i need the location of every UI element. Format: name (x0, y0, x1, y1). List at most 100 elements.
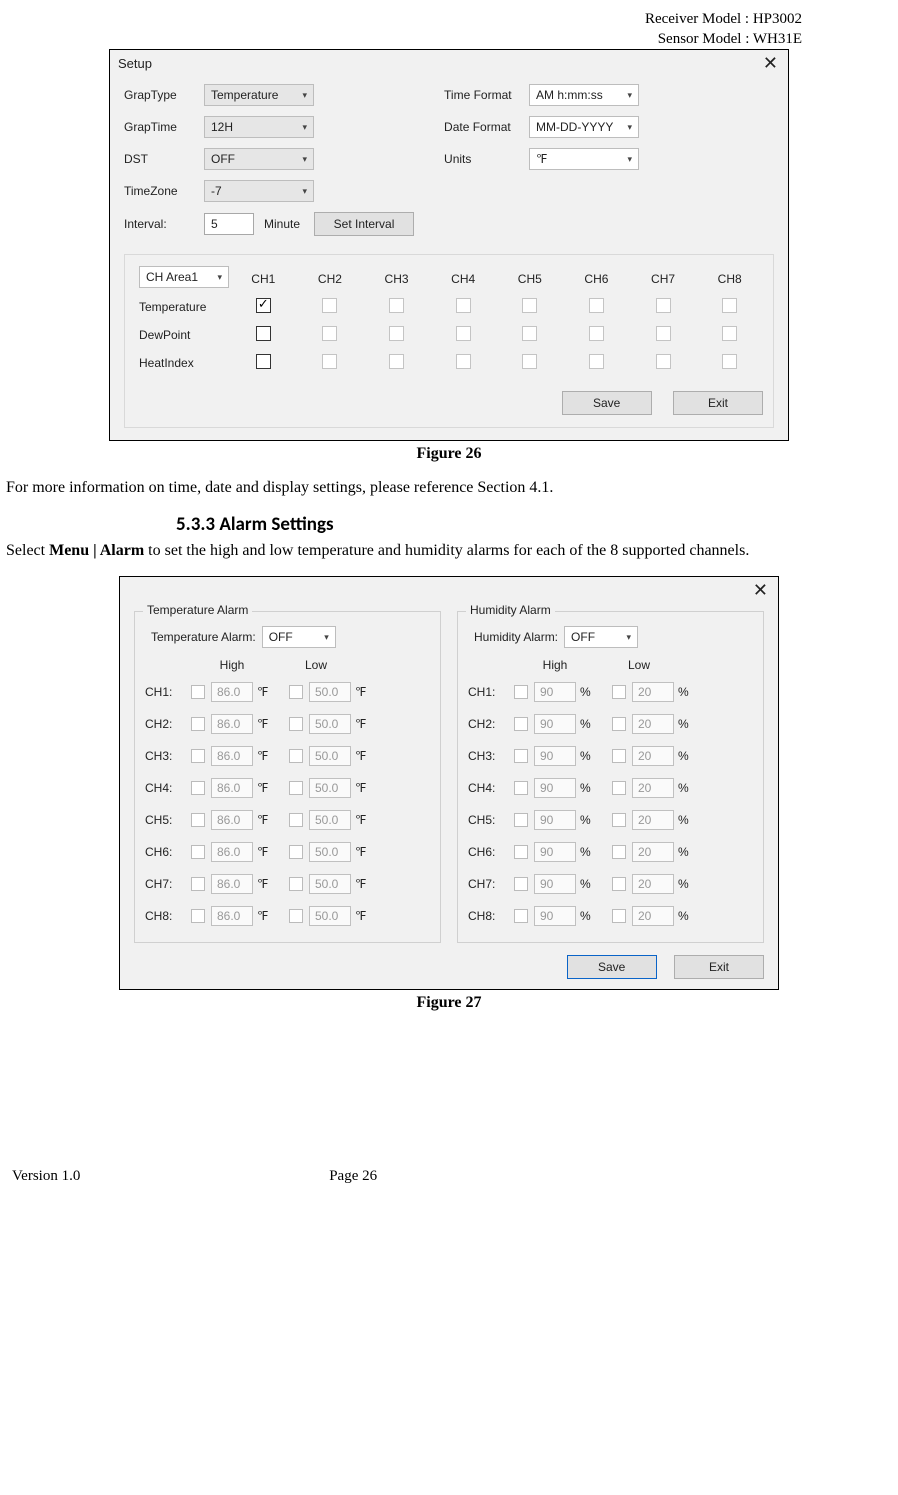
high-value-input[interactable]: 90 (534, 682, 576, 702)
checkbox[interactable] (514, 813, 528, 827)
checkbox[interactable] (522, 298, 537, 313)
checkbox[interactable] (456, 326, 471, 341)
low-value-input[interactable]: 50.0 (309, 682, 351, 702)
low-value-input[interactable]: 50.0 (309, 810, 351, 830)
interval-input[interactable]: 5 (204, 213, 254, 235)
checkbox[interactable] (289, 717, 303, 731)
exit-button[interactable]: Exit (674, 955, 764, 979)
checkbox[interactable] (589, 298, 604, 313)
checkbox[interactable] (289, 877, 303, 891)
low-value-input[interactable]: 20 (632, 874, 674, 894)
checkbox[interactable] (514, 685, 528, 699)
checkbox[interactable] (514, 717, 528, 731)
high-value-input[interactable]: 90 (534, 874, 576, 894)
checkbox[interactable] (191, 749, 205, 763)
set-interval-button[interactable]: Set Interval (314, 212, 414, 236)
checkbox[interactable] (514, 749, 528, 763)
low-value-input[interactable]: 50.0 (309, 906, 351, 926)
high-value-input[interactable]: 86.0 (211, 682, 253, 702)
close-icon[interactable]: ✕ (753, 581, 768, 599)
checkbox[interactable] (191, 685, 205, 699)
checkbox[interactable] (191, 717, 205, 731)
checkbox[interactable] (256, 354, 271, 369)
high-value-input[interactable]: 90 (534, 778, 576, 798)
checkbox[interactable] (389, 354, 404, 369)
high-value-input[interactable]: 90 (534, 714, 576, 734)
checkbox[interactable] (256, 298, 271, 313)
checkbox[interactable] (514, 845, 528, 859)
checkbox[interactable] (722, 326, 737, 341)
high-value-input[interactable]: 86.0 (211, 810, 253, 830)
checkbox[interactable] (522, 326, 537, 341)
high-value-input[interactable]: 90 (534, 810, 576, 830)
save-button[interactable]: Save (562, 391, 652, 415)
checkbox[interactable] (289, 813, 303, 827)
checkbox[interactable] (589, 354, 604, 369)
low-value-input[interactable]: 20 (632, 778, 674, 798)
grap-type-dropdown[interactable]: Temperature ▾ (204, 84, 314, 106)
grap-time-dropdown[interactable]: 12H ▾ (204, 116, 314, 138)
checkbox[interactable] (322, 326, 337, 341)
low-value-input[interactable]: 20 (632, 906, 674, 926)
checkbox[interactable] (612, 685, 626, 699)
checkbox[interactable] (514, 877, 528, 891)
checkbox[interactable] (514, 909, 528, 923)
high-value-input[interactable]: 86.0 (211, 874, 253, 894)
low-value-input[interactable]: 50.0 (309, 874, 351, 894)
low-value-input[interactable]: 20 (632, 682, 674, 702)
low-value-input[interactable]: 50.0 (309, 746, 351, 766)
checkbox[interactable] (589, 326, 604, 341)
ch-area-dropdown[interactable]: CH Area1 ▾ (139, 266, 229, 288)
checkbox[interactable] (456, 298, 471, 313)
checkbox[interactable] (289, 685, 303, 699)
low-value-input[interactable]: 20 (632, 842, 674, 862)
checkbox[interactable] (656, 298, 671, 313)
checkbox[interactable] (389, 326, 404, 341)
exit-button[interactable]: Exit (673, 391, 763, 415)
high-value-input[interactable]: 86.0 (211, 842, 253, 862)
checkbox[interactable] (289, 909, 303, 923)
checkbox[interactable] (322, 298, 337, 313)
low-value-input[interactable]: 50.0 (309, 842, 351, 862)
checkbox[interactable] (612, 813, 626, 827)
checkbox[interactable] (656, 326, 671, 341)
checkbox[interactable] (612, 781, 626, 795)
high-value-input[interactable]: 90 (534, 906, 576, 926)
checkbox[interactable] (289, 749, 303, 763)
checkbox[interactable] (612, 909, 626, 923)
low-value-input[interactable]: 50.0 (309, 714, 351, 734)
checkbox[interactable] (389, 298, 404, 313)
temp-alarm-dropdown[interactable]: OFF ▾ (262, 626, 336, 648)
save-button[interactable]: Save (567, 955, 657, 979)
checkbox[interactable] (191, 845, 205, 859)
high-value-input[interactable]: 90 (534, 842, 576, 862)
checkbox[interactable] (322, 354, 337, 369)
low-value-input[interactable]: 50.0 (309, 778, 351, 798)
checkbox[interactable] (722, 298, 737, 313)
checkbox[interactable] (656, 354, 671, 369)
low-value-input[interactable]: 20 (632, 746, 674, 766)
low-value-input[interactable]: 20 (632, 714, 674, 734)
checkbox[interactable] (191, 877, 205, 891)
dst-dropdown[interactable]: OFF ▾ (204, 148, 314, 170)
checkbox[interactable] (612, 749, 626, 763)
high-value-input[interactable]: 86.0 (211, 778, 253, 798)
checkbox[interactable] (612, 845, 626, 859)
high-value-input[interactable]: 90 (534, 746, 576, 766)
checkbox[interactable] (256, 326, 271, 341)
time-format-dropdown[interactable]: AM h:mm:ss ▾ (529, 84, 639, 106)
checkbox[interactable] (191, 909, 205, 923)
high-value-input[interactable]: 86.0 (211, 714, 253, 734)
checkbox[interactable] (612, 877, 626, 891)
units-dropdown[interactable]: ℉ ▾ (529, 148, 639, 170)
low-value-input[interactable]: 20 (632, 810, 674, 830)
checkbox[interactable] (522, 354, 537, 369)
checkbox[interactable] (514, 781, 528, 795)
checkbox[interactable] (191, 781, 205, 795)
checkbox[interactable] (456, 354, 471, 369)
close-icon[interactable]: ✕ (763, 54, 778, 72)
high-value-input[interactable]: 86.0 (211, 746, 253, 766)
checkbox[interactable] (722, 354, 737, 369)
checkbox[interactable] (289, 781, 303, 795)
timezone-dropdown[interactable]: -7 ▾ (204, 180, 314, 202)
